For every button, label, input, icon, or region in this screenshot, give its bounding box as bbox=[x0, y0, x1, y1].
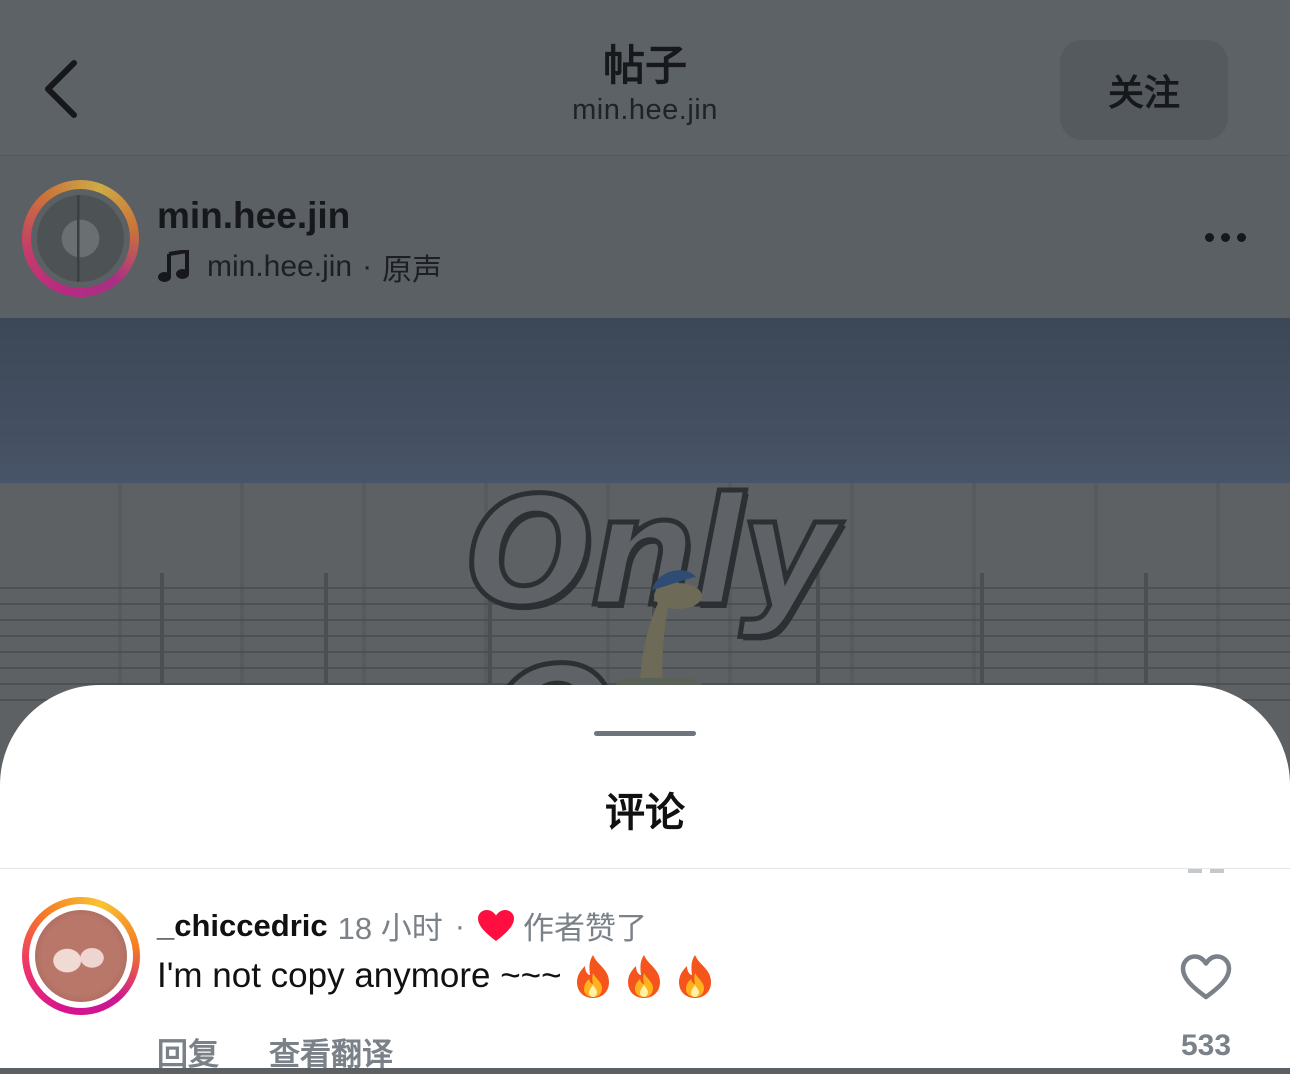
top-bar: 帖子 min.hee.jin 关注 bbox=[0, 0, 1290, 156]
comment-meta: _chiccedric 18 小时 · 作者赞了 bbox=[157, 903, 647, 948]
audio-info[interactable]: min.hee.jin · 原声 bbox=[157, 245, 442, 289]
liked-by-author-label: 作者赞了 bbox=[523, 911, 648, 946]
comments-title: 评论 bbox=[605, 791, 685, 835]
fire-emoji-icon bbox=[678, 955, 711, 998]
author-avatar[interactable] bbox=[37, 195, 124, 282]
post-author-row bbox=[0, 156, 1290, 318]
commenter-username[interactable]: _chiccedric bbox=[157, 908, 328, 944]
more-dot bbox=[1220, 232, 1230, 242]
sheet-divider bbox=[0, 868, 1290, 869]
audio-author: min.hee.jin bbox=[207, 250, 353, 283]
comment-like-count: 533 bbox=[1180, 1029, 1232, 1062]
see-translation-button[interactable]: 查看翻译 bbox=[269, 1029, 393, 1074]
sheet-grabber[interactable] bbox=[594, 731, 696, 736]
audio-separator: · bbox=[362, 250, 373, 283]
fire-emoji-icon bbox=[576, 955, 609, 998]
comment-actions: 回复 查看翻译 bbox=[157, 1029, 393, 1074]
heart-filled-icon bbox=[478, 909, 515, 941]
reply-button[interactable]: 回复 bbox=[157, 1029, 219, 1074]
chevron-left-icon bbox=[45, 60, 77, 118]
comment-text-line: I'm not copy anymore ~~~ bbox=[157, 953, 715, 999]
author-username[interactable]: min.hee.jin bbox=[157, 195, 350, 237]
commenter-avatar[interactable] bbox=[35, 910, 127, 1002]
more-options-button[interactable] bbox=[1195, 220, 1255, 254]
header-title-block: 帖子 min.hee.jin bbox=[445, 40, 845, 127]
comments-sheet: 评论 _chiccedric 18 小时 · 作者赞了 I'm not copy… bbox=[0, 685, 1290, 1072]
music-note-icon bbox=[158, 250, 189, 282]
comment-time: 18 小时 bbox=[337, 911, 443, 946]
fire-emoji-icon bbox=[627, 955, 660, 998]
meta-separator: · bbox=[454, 907, 466, 943]
more-dot bbox=[1236, 232, 1246, 242]
heart-outline-icon[interactable] bbox=[1180, 953, 1232, 1001]
back-button[interactable] bbox=[30, 52, 90, 126]
page-subtitle: min.hee.jin bbox=[572, 94, 718, 126]
follow-button[interactable]: 关注 bbox=[1060, 40, 1228, 140]
audio-label: 原声 bbox=[382, 254, 443, 287]
more-horizontal-icon bbox=[1204, 232, 1214, 242]
comment-text: I'm not copy anymore ~~~ bbox=[157, 956, 562, 995]
page-title: 帖子 bbox=[602, 42, 687, 89]
scroll-indicator bbox=[1188, 869, 1224, 873]
